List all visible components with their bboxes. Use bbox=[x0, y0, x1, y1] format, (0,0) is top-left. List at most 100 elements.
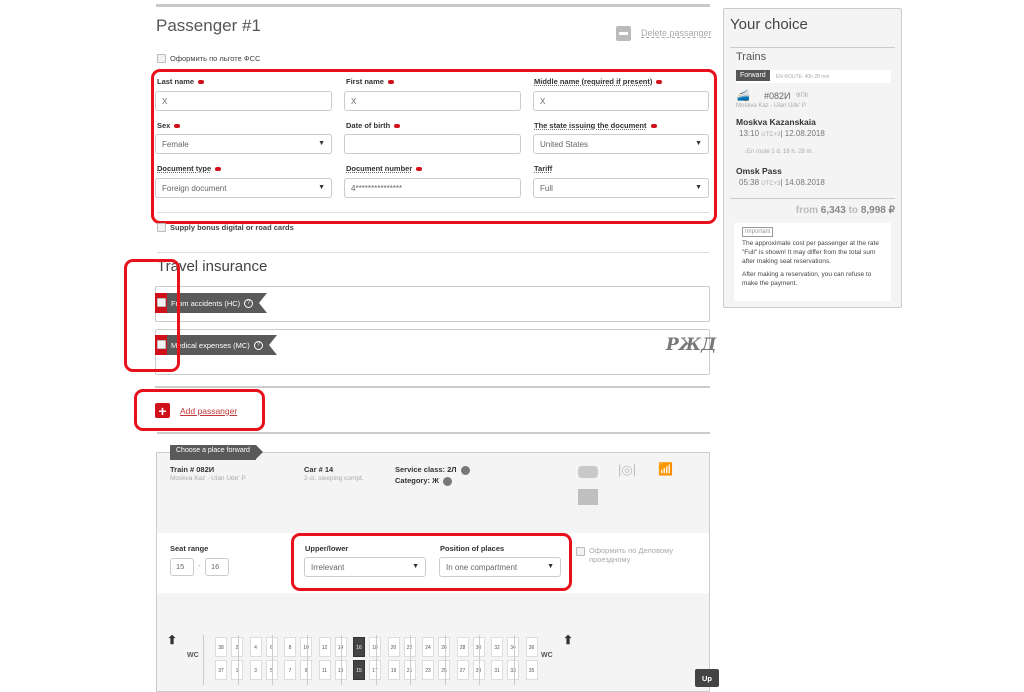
car-number: Car # 14 bbox=[304, 465, 334, 474]
seat-15[interactable]: 15 bbox=[353, 660, 365, 680]
seat-28[interactable]: 28 bbox=[456, 637, 469, 657]
seat-3[interactable]: 3 bbox=[249, 660, 262, 680]
fss-label: Оформить по льготе ФСС bbox=[170, 54, 261, 63]
doc-number-input[interactable]: 4*************** bbox=[344, 178, 521, 198]
sex-select[interactable]: Female ▼ bbox=[155, 134, 332, 154]
dob-label: Date of birth bbox=[346, 121, 401, 130]
last-name-input[interactable]: X bbox=[155, 91, 332, 111]
upper-lower-label: Upper/lower bbox=[305, 544, 349, 553]
upper-lower-select[interactable]: Irrelevant ▼ bbox=[304, 557, 426, 577]
to-station: Omsk Pass bbox=[736, 166, 782, 176]
seat-32[interactable]: 32 bbox=[491, 637, 503, 657]
info-icon[interactable] bbox=[460, 465, 470, 475]
dropdown-arrow-icon: ▼ bbox=[695, 140, 702, 147]
sex-label: Sex bbox=[157, 121, 181, 130]
compartment-divider bbox=[513, 635, 515, 685]
seat-20[interactable]: 20 bbox=[387, 637, 400, 657]
category: Category: Ж bbox=[395, 476, 452, 486]
climate-chart-icon: 📶 bbox=[658, 462, 673, 476]
to-datetime: 05:38 UTC+3| 14.08.2018 bbox=[739, 178, 825, 187]
required-marker bbox=[656, 80, 663, 85]
seat-37[interactable]: 37 bbox=[215, 660, 227, 680]
last-name-label: Last name bbox=[157, 77, 205, 86]
required-marker bbox=[387, 80, 394, 85]
seat-35[interactable]: 35 bbox=[525, 660, 538, 680]
seat-from-input[interactable]: 15 bbox=[170, 558, 194, 576]
train-icon: 🚄 bbox=[736, 90, 750, 102]
delete-passenger-link[interactable]: Delete passanger bbox=[641, 28, 712, 38]
help-icon[interactable]: ? bbox=[253, 340, 263, 350]
business-checkbox[interactable] bbox=[576, 547, 585, 556]
seat-4[interactable]: 4 bbox=[249, 637, 262, 657]
car-seat-map: ⬆ WC WC ⬆ 383721436587109121114131615181… bbox=[163, 633, 583, 692]
minus-icon[interactable] bbox=[616, 26, 631, 41]
section-divider bbox=[155, 386, 710, 388]
compartment-divider bbox=[203, 635, 204, 685]
help-icon[interactable]: ? bbox=[244, 298, 254, 308]
state-select[interactable]: United States ▼ bbox=[533, 134, 709, 154]
state-label: The state issuing the document bbox=[534, 121, 657, 130]
doc-type-select[interactable]: Foreign document ▼ bbox=[155, 178, 332, 198]
choose-place-tab: Choose a place forward bbox=[170, 445, 263, 460]
position-select[interactable]: In one compartment ▼ bbox=[439, 557, 561, 577]
en-route-time: EN ROUTE: 40h 28 min bbox=[776, 74, 830, 80]
from-station: Moskva Kazanskaia bbox=[736, 117, 816, 127]
medical-label: Medical expenses (МС) bbox=[171, 340, 250, 350]
arrow-up-icon: ⬆ bbox=[167, 633, 178, 647]
seat-19[interactable]: 19 bbox=[387, 660, 400, 680]
info-icon[interactable] bbox=[442, 476, 452, 486]
business-pass-option[interactable]: Оформить по Деловому проездному bbox=[576, 546, 706, 564]
seat-27[interactable]: 27 bbox=[456, 660, 469, 680]
doc-number-label: Document number bbox=[346, 164, 423, 173]
from-datetime: 13:10 UTC+3| 12.08.2018 bbox=[739, 129, 825, 138]
seat-31[interactable]: 31 bbox=[491, 660, 503, 680]
service-class: Service class: 2Л bbox=[395, 465, 470, 475]
add-passenger-link[interactable]: Add passanger bbox=[180, 406, 237, 416]
seat-38[interactable]: 38 bbox=[215, 637, 227, 657]
wc-left: WC bbox=[187, 652, 199, 659]
note-text-2: After making a reservation, you can refu… bbox=[742, 271, 872, 288]
seat-16[interactable]: 16 bbox=[353, 637, 365, 657]
train-brand: ФПК bbox=[796, 93, 809, 99]
divider bbox=[730, 198, 895, 199]
compartment-divider bbox=[341, 635, 342, 685]
tariff-select[interactable]: Full ▼ bbox=[533, 178, 709, 198]
dropdown-arrow-icon: ▼ bbox=[547, 563, 554, 570]
fss-checkbox[interactable] bbox=[157, 54, 166, 63]
section-divider bbox=[157, 432, 710, 434]
plus-icon[interactable]: + bbox=[155, 403, 170, 418]
passenger-title: Passenger #1 bbox=[156, 16, 261, 35]
dropdown-arrow-icon: ▼ bbox=[412, 563, 419, 570]
required-marker bbox=[650, 124, 657, 129]
seat-36[interactable]: 36 bbox=[525, 637, 538, 657]
seat-12[interactable]: 12 bbox=[318, 637, 331, 657]
seat-8[interactable]: 8 bbox=[284, 637, 296, 657]
seat-to-input[interactable]: 16 bbox=[205, 558, 229, 576]
compartment-divider bbox=[375, 635, 377, 685]
seat-7[interactable]: 7 bbox=[284, 660, 296, 680]
your-choice-panel: Your choice Trains Forward EN ROUTE: 40h… bbox=[723, 8, 902, 308]
seat-24[interactable]: 24 bbox=[422, 637, 434, 657]
seat-23[interactable]: 23 bbox=[422, 660, 434, 680]
train-number: Train # 082И bbox=[170, 465, 215, 474]
required-marker bbox=[215, 167, 222, 172]
compartment-divider bbox=[479, 635, 480, 685]
your-choice-title: Your choice bbox=[730, 16, 808, 33]
fss-benefit-option[interactable]: Оформить по льготе ФСС bbox=[157, 54, 260, 63]
top-divider bbox=[156, 4, 710, 7]
business-label: Оформить по Деловому проездному bbox=[589, 546, 674, 564]
bonus-checkbox[interactable] bbox=[157, 223, 166, 232]
train-number: #082И bbox=[764, 91, 791, 101]
dropdown-arrow-icon: ▼ bbox=[318, 184, 325, 191]
dob-input[interactable] bbox=[344, 134, 521, 154]
middle-name-label: Middle name (required if present) bbox=[534, 77, 663, 86]
scroll-up-button[interactable]: Up bbox=[695, 669, 719, 687]
bonus-cards-option[interactable]: Supply bonus digital or road cards bbox=[157, 223, 294, 232]
seat-11[interactable]: 11 bbox=[318, 660, 331, 680]
compartment-divider bbox=[272, 635, 273, 685]
meal-icon: |◎| bbox=[618, 462, 637, 477]
seat-range-label: Seat range bbox=[170, 544, 209, 553]
first-name-input[interactable]: X bbox=[344, 91, 521, 111]
compartment-divider bbox=[306, 635, 308, 685]
middle-name-input[interactable]: X bbox=[533, 91, 709, 111]
